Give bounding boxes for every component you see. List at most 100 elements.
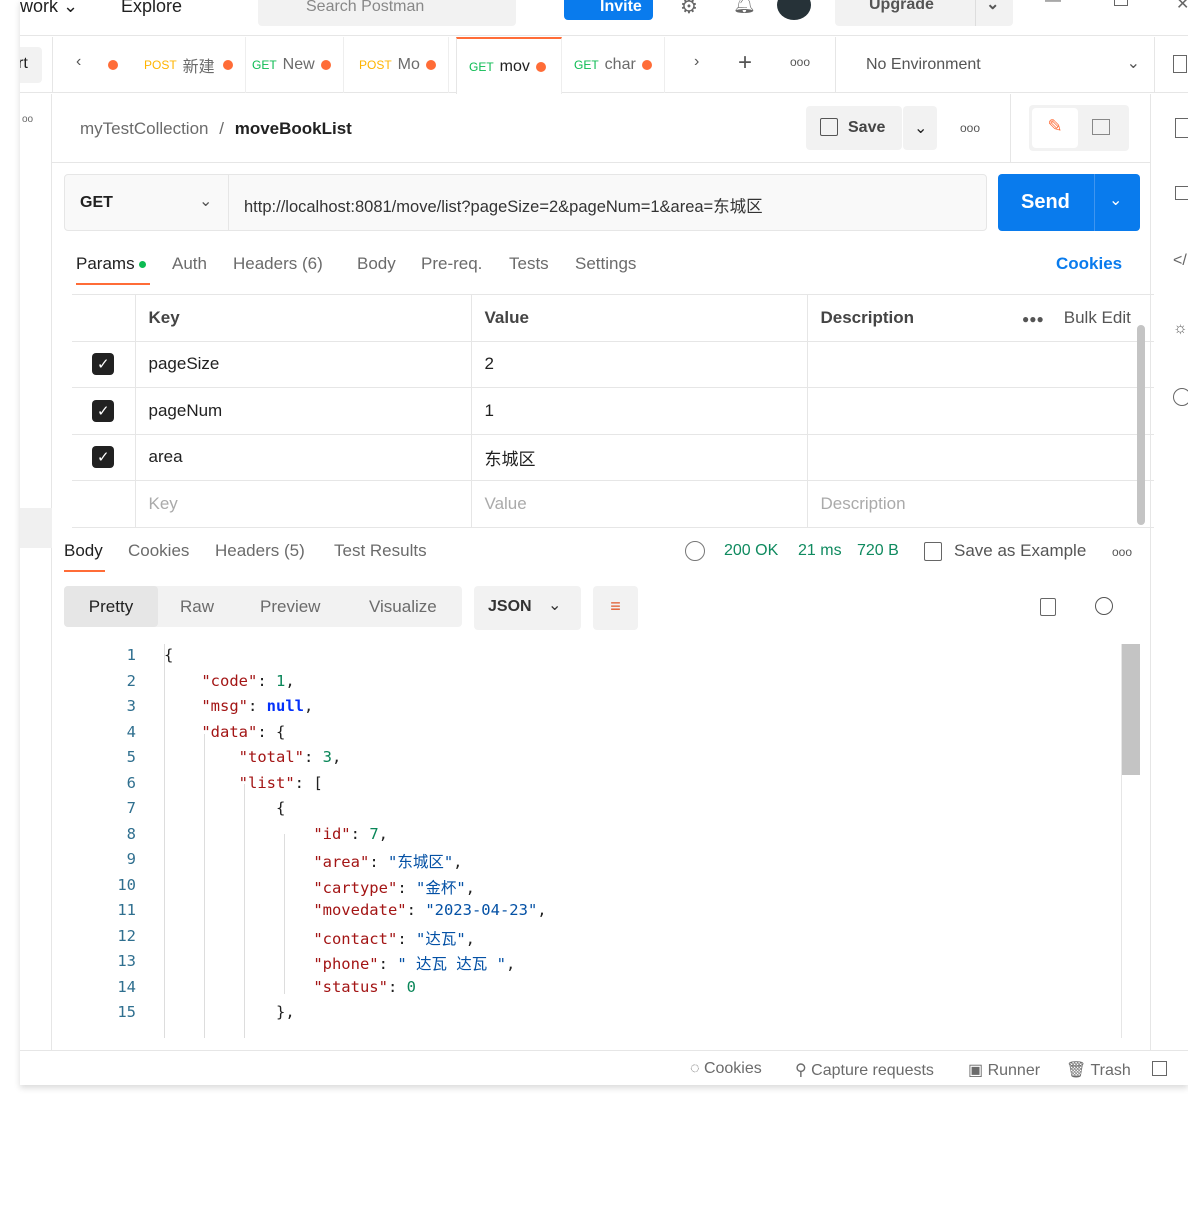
value-placeholder[interactable]: Value xyxy=(470,480,808,528)
scroll-left-icon[interactable]: ‹ xyxy=(76,53,81,71)
tab-settings[interactable]: Settings xyxy=(575,254,636,274)
param-key[interactable]: area xyxy=(134,433,472,481)
code-icon[interactable]: </ xyxy=(1173,252,1187,270)
documentation-icon[interactable] xyxy=(1175,118,1188,138)
cookies-footer-button[interactable]: ◌ Cookies xyxy=(690,1060,762,1078)
minimize-icon[interactable]: — xyxy=(1045,0,1061,10)
chevron-down-icon[interactable]: ⌄ xyxy=(975,0,999,26)
close-icon[interactable]: ✕ xyxy=(1176,0,1188,14)
save-button[interactable]: Save xyxy=(806,106,902,150)
bell-icon[interactable]: 🔔︎ xyxy=(733,0,756,15)
breadcrumb-collection[interactable]: myTestCollection xyxy=(80,119,209,138)
tab-headers[interactable]: Headers (6) xyxy=(233,254,323,274)
workspaces-menu[interactable]: work ⌄ xyxy=(20,0,78,17)
more-icon[interactable]: oo xyxy=(22,114,33,125)
search-icon[interactable] xyxy=(1095,597,1113,615)
tab-prereq[interactable]: Pre-req. xyxy=(421,254,482,274)
search-placeholder: Search Postman xyxy=(306,0,425,15)
response-time[interactable]: 21 ms xyxy=(798,542,842,560)
status-code[interactable]: 200 OK xyxy=(724,542,778,560)
cookies-footer-label: Cookies xyxy=(703,1060,762,1077)
tab-body[interactable]: Body xyxy=(357,254,396,274)
response-tab-test-results[interactable]: Test Results xyxy=(334,541,427,561)
view-raw[interactable]: Raw xyxy=(180,597,214,617)
copy-icon[interactable] xyxy=(1040,598,1056,616)
tab-name: 新建 xyxy=(182,59,215,76)
tab-2[interactable]: POST Mo xyxy=(347,37,449,93)
tab-1[interactable]: GET New xyxy=(240,37,344,93)
environment-quick-look-icon[interactable] xyxy=(1173,55,1187,73)
response-tab-cookies[interactable]: Cookies xyxy=(128,541,189,561)
send-button[interactable]: Send ⌄ xyxy=(998,174,1140,231)
tab-4[interactable]: GET char xyxy=(562,37,665,93)
param-value[interactable]: 1 xyxy=(470,387,808,435)
cookies-link[interactable]: Cookies xyxy=(1056,254,1122,274)
search-input[interactable]: Search Postman xyxy=(258,0,516,26)
trash-button[interactable]: 🗑︎ Trash xyxy=(1066,1060,1131,1080)
maximize-icon[interactable] xyxy=(1114,0,1128,6)
view-pretty[interactable]: Pretty xyxy=(64,586,158,627)
url-input[interactable]: http://localhost:8081/move/list?pageSize… xyxy=(244,193,763,217)
more-icon[interactable]: ●●● xyxy=(1022,312,1044,326)
info-icon[interactable] xyxy=(1173,388,1188,406)
response-size[interactable]: 720 B xyxy=(857,542,899,560)
wrap-lines-icon[interactable]: ≡ xyxy=(593,586,638,630)
checkbox[interactable]: ✓ xyxy=(92,399,115,422)
edit-pencil-icon[interactable]: ✎ xyxy=(1032,108,1078,148)
runner-button[interactable]: ▣ Runner xyxy=(968,1060,1040,1080)
invite-button[interactable]: Invite xyxy=(564,0,653,20)
param-description[interactable] xyxy=(806,387,1154,435)
more-tabs-icon[interactable]: ooo xyxy=(790,55,810,69)
param-value[interactable]: 2 xyxy=(470,340,808,388)
comments-icon[interactable] xyxy=(1175,186,1188,200)
breadcrumb-request[interactable]: moveBookList xyxy=(235,119,352,138)
chevron-down-icon: ⌄ xyxy=(914,120,928,137)
params-scrollbar[interactable] xyxy=(1137,325,1145,525)
param-description[interactable] xyxy=(806,340,1154,388)
key-placeholder[interactable]: Key xyxy=(134,480,472,528)
comment-icon[interactable] xyxy=(1092,119,1110,135)
view-preview[interactable]: Preview xyxy=(260,597,320,617)
tab-auth[interactable]: Auth xyxy=(172,254,207,274)
more-actions-icon[interactable]: ooo xyxy=(960,121,980,135)
view-visualize[interactable]: Visualize xyxy=(369,597,437,617)
import-button-partial[interactable]: rt xyxy=(20,47,42,83)
format-select[interactable]: JSON ⌄ xyxy=(474,586,581,630)
upgrade-button[interactable]: Upgrade ⌄ xyxy=(835,0,1013,26)
tab-tests[interactable]: Tests xyxy=(509,254,549,274)
editor-scrollbar[interactable] xyxy=(1121,644,1140,1038)
code-line: "code": 1, xyxy=(201,671,295,690)
param-value[interactable]: 东城区 xyxy=(470,433,808,481)
response-tab-body[interactable]: Body xyxy=(64,541,103,561)
checkbox[interactable]: ✓ xyxy=(92,353,115,376)
new-tab-icon[interactable]: + xyxy=(738,49,752,77)
two-pane-icon[interactable] xyxy=(1152,1061,1167,1076)
method-select[interactable]: GET ⌄ xyxy=(65,175,229,230)
save-as-example-button[interactable]: Save as Example xyxy=(954,541,1086,561)
sidebar-selected-item[interactable] xyxy=(20,508,52,548)
checkbox[interactable]: ✓ xyxy=(92,446,115,469)
environment-select[interactable]: No Environment ⌄ xyxy=(835,37,1155,93)
settings-icon[interactable]: ⚙ xyxy=(680,0,698,19)
globe-icon[interactable] xyxy=(685,541,705,561)
tab-3-active[interactable]: GET mov xyxy=(456,37,562,94)
explore-link[interactable]: Explore xyxy=(121,0,182,17)
response-tab-headers[interactable]: Headers (5) xyxy=(215,541,305,561)
description-placeholder[interactable]: Description xyxy=(806,480,1154,528)
more-icon[interactable]: ooo xyxy=(1112,545,1132,559)
tab-0[interactable]: POST 新建 xyxy=(132,37,246,93)
line-number: 13 xyxy=(117,952,136,970)
tab-params[interactable]: Params xyxy=(76,254,147,274)
param-key[interactable]: pageNum xyxy=(134,387,472,435)
scroll-right-icon[interactable]: › xyxy=(694,53,699,71)
param-key[interactable]: pageSize xyxy=(134,340,472,388)
line-number: 9 xyxy=(126,850,136,868)
param-description[interactable] xyxy=(806,433,1154,481)
chevron-down-icon[interactable]: ⌄ xyxy=(1094,174,1122,231)
avatar[interactable] xyxy=(777,0,811,20)
capture-requests-button[interactable]: ⚲ Capture requests xyxy=(795,1060,934,1080)
bulk-edit-button[interactable]: Bulk Edit xyxy=(1064,308,1131,327)
bulb-icon[interactable]: ☼ xyxy=(1173,320,1188,338)
table-row: ✓ pageSize 2 xyxy=(72,340,1154,388)
save-options-button[interactable]: ⌄ xyxy=(903,106,937,150)
